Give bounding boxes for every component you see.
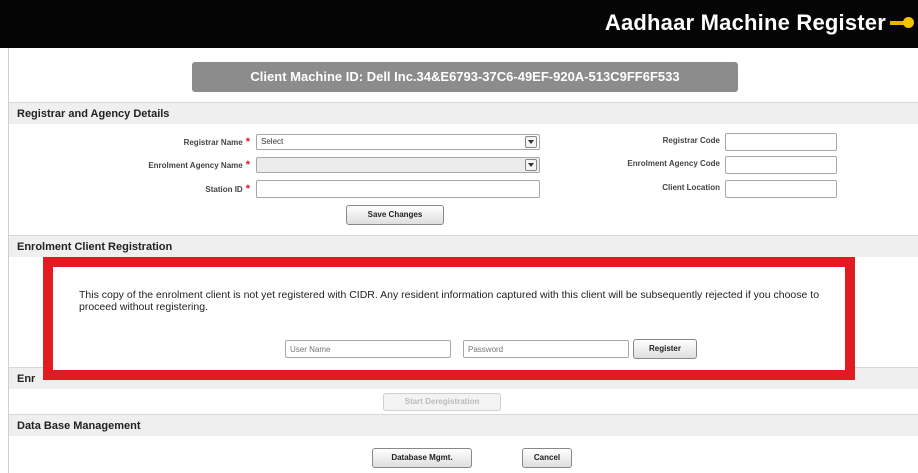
app-title: Aadhaar Machine Register xyxy=(604,10,886,35)
registration-notice-box: This copy of the enrolment client is not… xyxy=(43,257,855,380)
title-bar: Aadhaar Machine Register xyxy=(0,0,918,48)
chevron-down-icon[interactable] xyxy=(525,136,537,148)
required-marker: * xyxy=(245,159,250,171)
client-location-input[interactable] xyxy=(725,180,837,198)
required-marker: * xyxy=(245,136,250,148)
station-id-input[interactable] xyxy=(256,180,540,198)
registrar-section-header: Registrar and Agency Details xyxy=(9,102,918,124)
required-marker: * xyxy=(245,183,250,195)
chevron-down-icon[interactable] xyxy=(525,159,537,171)
agency-name-label: Enrolment Agency Name * xyxy=(148,159,250,171)
cancel-button[interactable]: Cancel xyxy=(522,448,572,468)
agency-code-input[interactable] xyxy=(725,156,837,174)
username-input[interactable] xyxy=(285,340,451,358)
save-changes-button[interactable]: Save Changes xyxy=(346,205,444,225)
registrar-name-select[interactable]: Select xyxy=(256,134,540,150)
registrar-code-label: Registrar Code xyxy=(662,136,720,145)
registration-notice-text: This copy of the enrolment client is not… xyxy=(79,289,820,313)
registrar-code-input[interactable] xyxy=(725,133,837,151)
station-id-label: Station ID * xyxy=(205,183,250,195)
client-machine-id-banner: Client Machine ID: Dell Inc.34&E6793-37C… xyxy=(192,62,738,92)
database-mgmt-button[interactable]: Database Mgmt. xyxy=(372,448,472,468)
enrolment-section-header: Enrolment Client Registration xyxy=(9,235,918,257)
registrar-name-value: Select xyxy=(261,137,284,146)
database-section-header: Data Base Management xyxy=(9,414,918,436)
start-deregistration-button[interactable]: Start Deregistration xyxy=(383,393,501,411)
client-location-label: Client Location xyxy=(662,183,720,192)
agency-code-label: Enrolment Agency Code xyxy=(627,159,720,168)
key-icon xyxy=(890,17,914,29)
register-button[interactable]: Register xyxy=(633,339,697,359)
password-input[interactable] xyxy=(463,340,629,358)
agency-name-select[interactable] xyxy=(256,157,540,173)
registrar-name-label: Registrar Name * xyxy=(183,136,250,148)
